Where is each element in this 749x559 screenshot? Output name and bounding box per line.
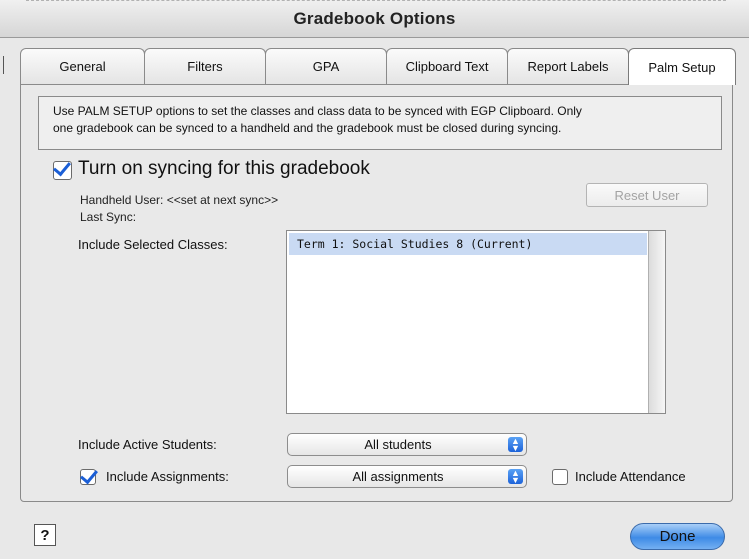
sync-checkbox[interactable]	[53, 161, 72, 180]
reset-user-button[interactable]: Reset User	[586, 183, 708, 207]
window-edge	[3, 56, 4, 74]
tab-report-labels[interactable]: Report Labels	[507, 48, 629, 84]
assignments-value: All assignments	[352, 469, 444, 484]
classes-listbox[interactable]: Term 1: Social Studies 8 (Current)	[286, 230, 666, 414]
include-attendance-label[interactable]: Include Attendance	[575, 469, 686, 484]
tab-general[interactable]: General	[20, 48, 145, 84]
window-titlebar: Gradebook Options	[0, 0, 749, 38]
tab-bar: General Filters GPA Clipboard Text Repor…	[20, 48, 736, 85]
info-line-1: Use PALM SETUP options to set the classe…	[53, 104, 582, 118]
sync-checkbox-label[interactable]: Turn on syncing for this gradebook	[78, 158, 370, 180]
tab-gpa[interactable]: GPA	[265, 48, 387, 84]
done-button[interactable]: Done	[630, 523, 725, 550]
assignments-popup[interactable]: All assignments ▲ ▼	[287, 465, 527, 488]
popup-arrows-icon: ▲ ▼	[508, 469, 523, 485]
active-students-label: Include Active Students:	[78, 437, 217, 452]
palm-setup-info: Use PALM SETUP options to set the classe…	[38, 96, 722, 150]
help-button[interactable]: ?	[34, 524, 56, 546]
popup-arrows-icon: ▲ ▼	[508, 437, 523, 453]
include-assignments-checkbox[interactable]	[80, 469, 96, 485]
class-list-item[interactable]: Term 1: Social Studies 8 (Current)	[289, 233, 647, 255]
window-title: Gradebook Options	[293, 8, 456, 28]
tab-palm-setup[interactable]: Palm Setup	[628, 48, 736, 85]
tab-clipboard-text[interactable]: Clipboard Text	[386, 48, 508, 84]
active-students-value: All students	[364, 437, 432, 452]
include-assignments-label[interactable]: Include Assignments:	[106, 469, 229, 484]
info-line-2: one gradebook can be synced to a handhel…	[53, 121, 562, 135]
titlebar-divider	[26, 0, 726, 4]
classes-scrollbar[interactable]	[648, 231, 665, 413]
active-students-popup[interactable]: All students ▲ ▼	[287, 433, 527, 456]
last-sync-text: Last Sync:	[80, 210, 137, 224]
include-attendance-checkbox[interactable]	[552, 469, 568, 485]
tab-filters[interactable]: Filters	[144, 48, 266, 84]
include-classes-label: Include Selected Classes:	[78, 237, 228, 252]
handheld-user-text: Handheld User: <<set at next sync>>	[80, 193, 279, 207]
